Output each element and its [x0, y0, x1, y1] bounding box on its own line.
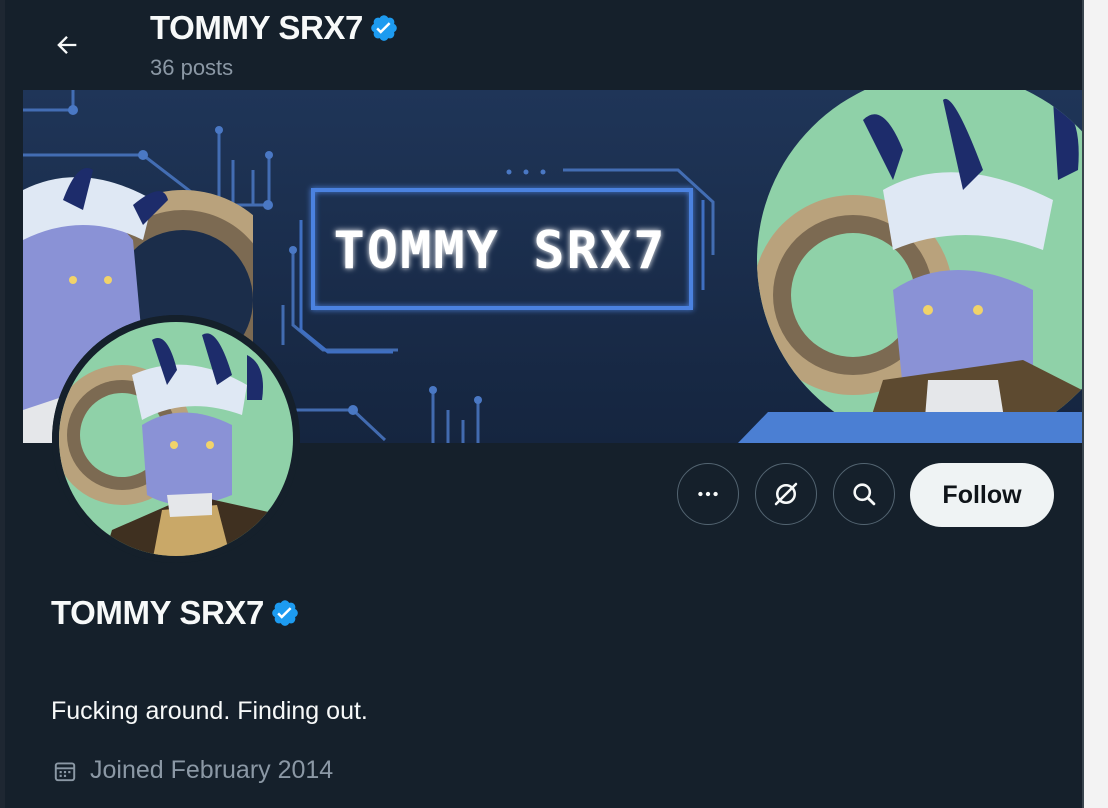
profile-avatar[interactable]	[52, 315, 300, 563]
grok-icon	[774, 482, 798, 506]
calendar-icon	[52, 758, 78, 784]
posts-count: 36 posts	[150, 55, 234, 80]
window-frame-left	[0, 0, 5, 808]
search-button[interactable]	[833, 463, 895, 525]
profile-bio: Fucking around. Finding out.	[51, 697, 368, 725]
display-name: TOMMY SRX7	[51, 594, 264, 631]
joined-date: Joined February 2014	[90, 756, 334, 784]
joined-date-row: Joined February 2014	[52, 756, 333, 785]
more-options-button[interactable]	[677, 463, 739, 525]
back-arrow-icon	[57, 36, 77, 54]
search-icon	[853, 483, 876, 506]
window-frame-right	[1084, 0, 1108, 808]
back-button[interactable]	[44, 22, 90, 68]
verified-badge-icon[interactable]	[270, 598, 300, 628]
display-name-row: TOMMY SRX7	[51, 593, 300, 633]
verified-badge-icon[interactable]	[369, 13, 399, 43]
follow-button[interactable]: Follow	[910, 463, 1054, 527]
banner-title: TOMMY SRX7	[333, 221, 666, 281]
header-title: TOMMY SRX7	[150, 9, 363, 46]
more-icon	[698, 491, 718, 497]
grok-button[interactable]	[755, 463, 817, 525]
header-title-row: TOMMY SRX7	[150, 9, 399, 47]
